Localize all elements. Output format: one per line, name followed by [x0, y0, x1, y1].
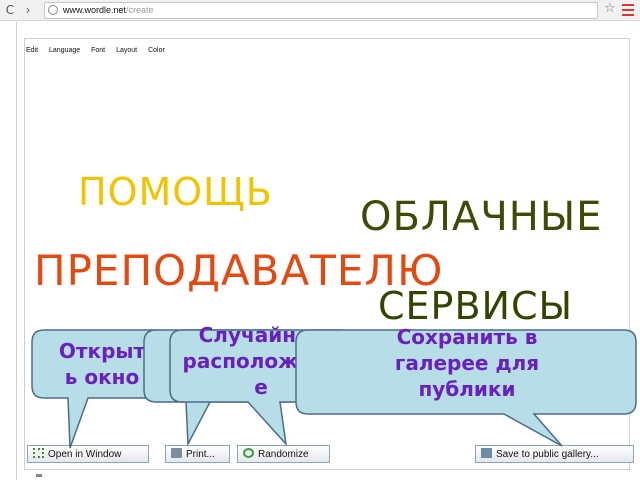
globe-icon — [48, 5, 58, 15]
cloud-word: СЕРВИСЫ — [378, 284, 574, 328]
menu-color[interactable]: Color — [148, 47, 165, 54]
menu-layout[interactable]: Layout — [116, 47, 137, 54]
callout-line: Сохранить в — [396, 325, 538, 349]
bookmark-star-icon[interactable]: ☆ — [604, 1, 616, 16]
menu-language[interactable]: Language — [49, 47, 80, 54]
browser-menu-icon[interactable] — [622, 1, 634, 17]
callout-line: галерее для — [394, 351, 540, 375]
url-host: www.wordle.net — [63, 5, 127, 15]
callout-save-text: Сохранить в галерее для публики — [294, 324, 640, 402]
address-bar[interactable]: www.wordle.net/create — [44, 2, 598, 19]
applet-menubar: Edit Language Font Layout Color — [26, 47, 174, 57]
callout-save-gallery: Сохранить в галерее для публики — [294, 325, 640, 458]
page-divider — [16, 22, 17, 480]
menu-edit[interactable]: Edit — [26, 47, 38, 54]
url-text: www.wordle.net/create — [63, 3, 154, 18]
browser-toolbar: C › www.wordle.net/create ☆ — [0, 0, 640, 21]
forward-icon[interactable]: › — [20, 2, 36, 18]
menu-font[interactable]: Font — [91, 47, 105, 54]
cloud-word: ОБЛАЧНЫЕ — [360, 194, 603, 240]
status-indicator — [36, 474, 42, 477]
url-path: /create — [126, 5, 154, 15]
cloud-word: ПОМОЩЬ — [78, 170, 273, 214]
callout-line: публики — [418, 377, 516, 401]
reload-icon[interactable]: C — [2, 2, 18, 18]
